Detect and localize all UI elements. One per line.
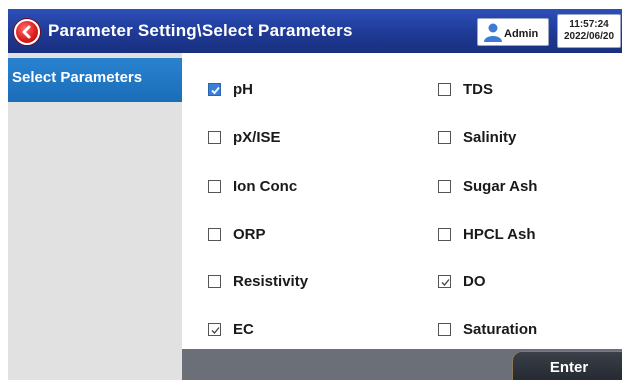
option-label: Ion Conc xyxy=(233,177,298,195)
option-label: DO xyxy=(463,272,486,290)
option-label: pH xyxy=(233,80,253,98)
option-label: EC xyxy=(233,320,254,338)
clock-time: 11:57:24 xyxy=(569,19,609,30)
option-label: HPCL Ash xyxy=(463,225,536,243)
back-arrow-icon xyxy=(22,25,31,39)
option-ec[interactable]: EC xyxy=(208,317,254,341)
user-icon xyxy=(484,23,502,42)
option-hpcl-ash[interactable]: HPCL Ash xyxy=(438,222,536,246)
option-label: Sugar Ash xyxy=(463,177,538,195)
checkbox-checked-icon[interactable] xyxy=(438,274,451,288)
option-label: Resistivity xyxy=(233,272,309,290)
clock: 11:57:24 2022/06/20 xyxy=(557,14,621,48)
option-label: ORP xyxy=(233,225,266,243)
checkbox-icon[interactable] xyxy=(438,179,451,193)
option-tds[interactable]: TDS xyxy=(438,77,493,101)
parameter-list: pH pX/ISE Ion Conc ORP Resistivity EC TD xyxy=(182,53,622,349)
screen: Parameter Setting\Select Parameters Admi… xyxy=(8,9,622,380)
option-saturation[interactable]: Saturation xyxy=(438,317,537,341)
user-button[interactable]: Admin xyxy=(477,18,549,46)
option-ion-conc[interactable]: Ion Conc xyxy=(208,174,297,198)
checkbox-checked-icon[interactable] xyxy=(208,82,221,96)
checkbox-icon[interactable] xyxy=(208,179,221,193)
option-label: TDS xyxy=(463,80,493,98)
option-label: pX/ISE xyxy=(233,128,281,146)
checkbox-icon[interactable] xyxy=(208,227,221,241)
option-sugar-ash[interactable]: Sugar Ash xyxy=(438,174,537,198)
checkbox-icon[interactable] xyxy=(438,322,451,336)
checkbox-icon[interactable] xyxy=(438,82,451,96)
checkbox-icon[interactable] xyxy=(438,130,451,144)
footer-bar: Enter xyxy=(182,349,622,380)
clock-date: 2022/06/20 xyxy=(563,31,615,42)
option-px-ise[interactable]: pX/ISE xyxy=(208,125,281,149)
checkbox-icon[interactable] xyxy=(208,274,221,288)
option-resistivity[interactable]: Resistivity xyxy=(208,269,308,293)
option-label: Salinity xyxy=(463,128,517,146)
option-do[interactable]: DO xyxy=(438,269,486,293)
title-bar: Parameter Setting\Select Parameters Admi… xyxy=(8,9,622,53)
sidebar-item-select-parameters[interactable]: Select Parameters xyxy=(8,58,182,102)
option-ph[interactable]: pH xyxy=(208,77,253,101)
back-button[interactable] xyxy=(14,19,40,45)
enter-button[interactable]: Enter xyxy=(512,351,622,380)
checkbox-checked-icon[interactable] xyxy=(208,322,221,336)
sidebar: Select Parameters xyxy=(8,53,182,380)
user-name: Admin xyxy=(504,28,539,40)
option-label: Saturation xyxy=(463,320,538,338)
option-orp[interactable]: ORP xyxy=(208,222,266,246)
option-salinity[interactable]: Salinity xyxy=(438,125,516,149)
page-title: Parameter Setting\Select Parameters xyxy=(48,21,353,40)
checkbox-icon[interactable] xyxy=(438,227,451,241)
checkbox-icon[interactable] xyxy=(208,130,221,144)
